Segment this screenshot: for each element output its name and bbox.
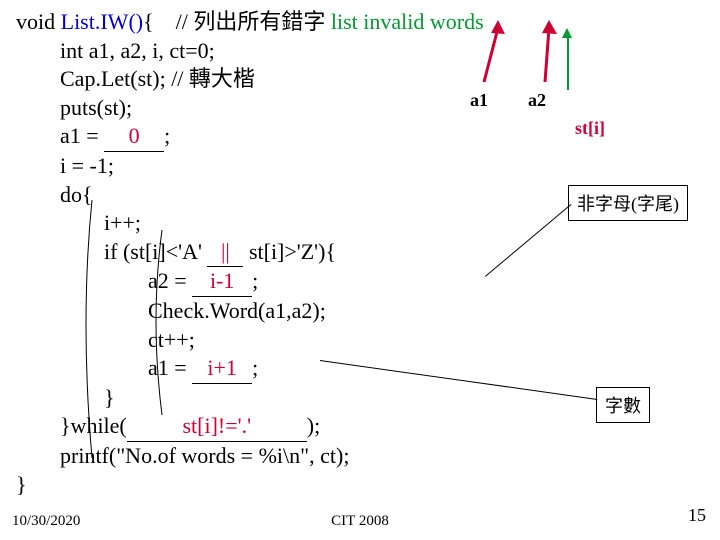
code-l9: if (st[i]<'A' || st[i]>'Z'){ [16,238,710,268]
brace-inner [150,230,168,420]
footer-page: 15 [688,505,706,526]
code-l12: ct++; [16,326,710,355]
footer-center: CIT 2008 [331,513,389,530]
arrow-a1 [478,20,506,90]
label-a1: a1 [470,90,488,111]
arrow-sti-head [562,28,572,38]
code-l13: a1 = i+1; [16,354,710,384]
code-l5: a1 = 0; [16,122,710,152]
arrow-sti-line [567,38,569,90]
code-l2: int a1, a2, i, ct=0; [16,37,710,66]
blank-while: st[i]!='.' [182,413,251,438]
code-l10: a2 = i-1; [16,267,710,297]
code-l11: Check.Word(a1,a2); [16,297,710,326]
box-nonletter: 非字母(字尾) [568,185,688,221]
comment-inline: list invalid words [331,9,484,34]
box-wordcount: 字數 [596,387,650,423]
code-l1: void List.IW(){ // 列出所有錯字 list invalid w… [16,8,710,37]
blank-or: || [221,239,230,264]
code-l16: printf("No.of words = %i\n", ct); [16,442,710,471]
label-a2: a2 [528,90,546,111]
code-block: void List.IW(){ // 列出所有錯字 list invalid w… [16,8,710,499]
func-name: List.IW() [61,9,143,34]
footer-date: 10/30/2020 [12,513,80,530]
blank-i-1: i-1 [210,268,234,293]
code-l6: i = -1; [16,152,710,181]
code-l4: puts(st); [16,94,710,123]
label-sti: st[i] [575,118,605,139]
blank-0: 0 [129,123,140,148]
blank-i-plus-1: i+1 [207,355,237,380]
code-l17: } [16,471,710,500]
arrow-a2 [535,20,559,90]
code-l3: Cap.Let(st); // 轉大楷 [16,65,710,94]
brace-outer [80,200,100,460]
